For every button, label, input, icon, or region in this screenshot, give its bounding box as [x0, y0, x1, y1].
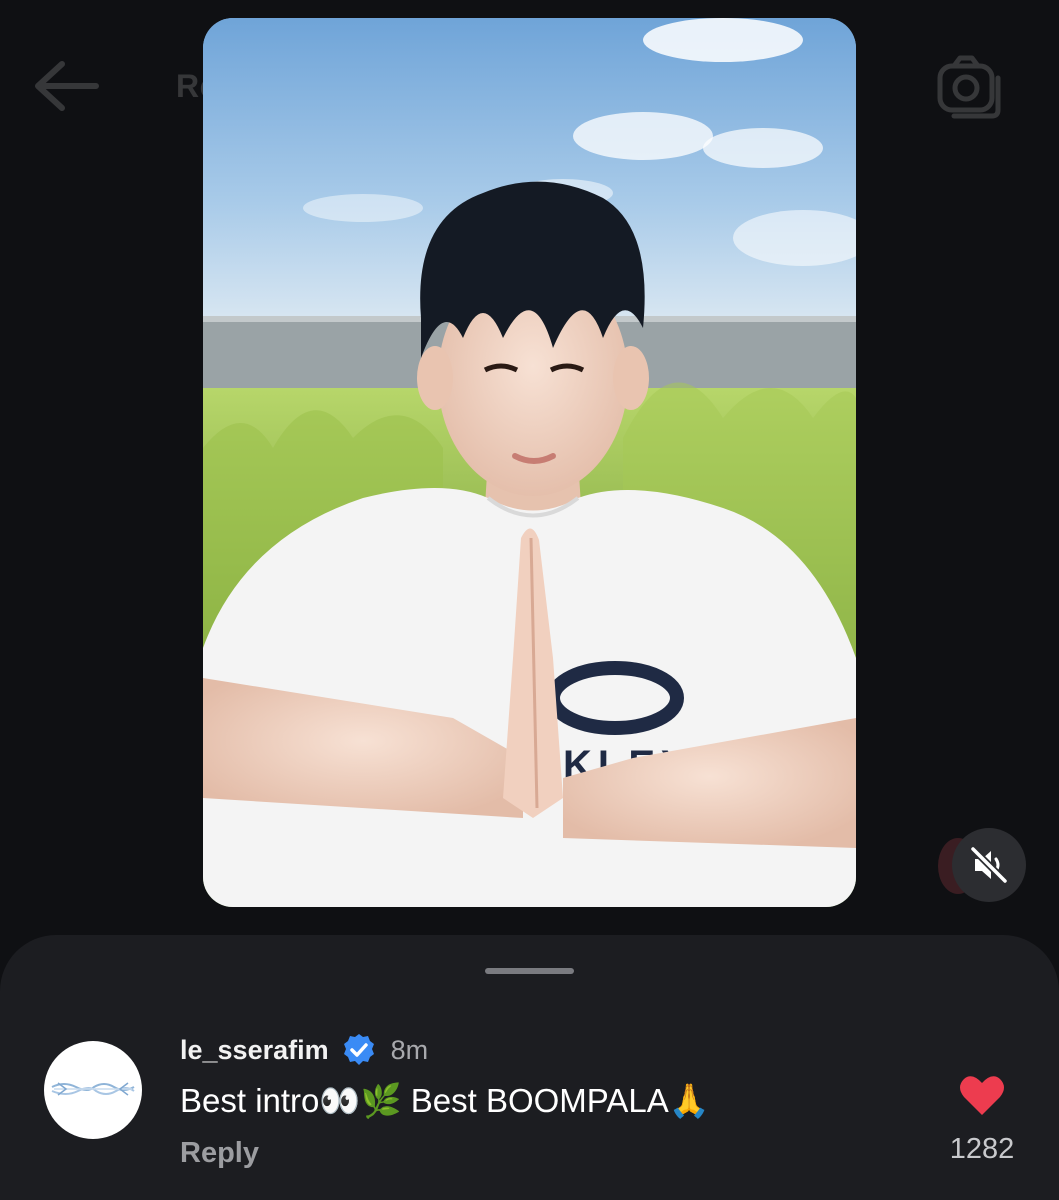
reel-video[interactable]: KLEY	[203, 18, 856, 907]
comment-text: Best intro👀🌿 Best BOOMPALA🙏	[180, 1082, 710, 1119]
verified-badge-icon	[343, 1034, 374, 1065]
heart-filled-icon	[960, 1076, 1004, 1115]
comment-header: le_sserafim 8m	[180, 1032, 428, 1068]
reels-screen: Reels	[0, 0, 1059, 1200]
profile-logo-icon	[51, 1082, 135, 1096]
reply-button[interactable]: Reply	[180, 1137, 259, 1170]
mute-toggle-button[interactable]	[952, 828, 1026, 902]
reel-thumbnail: KLEY	[203, 18, 856, 907]
back-button[interactable]	[30, 58, 102, 114]
comment-timestamp: 8m	[390, 1034, 429, 1065]
sheet-drag-handle[interactable]	[485, 968, 574, 974]
speaker-muted-icon	[969, 845, 1009, 885]
avatar[interactable]	[44, 1041, 142, 1139]
camera-icon	[937, 55, 1001, 119]
camera-button[interactable]	[934, 54, 1006, 120]
comments-sheet: le_sserafim 8m Best intro👀🌿 Best BOOMPAL…	[0, 935, 1059, 1200]
like-count: 1282	[949, 1133, 1015, 1165]
comment-username[interactable]: le_sserafim	[180, 1035, 329, 1066]
arrow-left-icon	[35, 61, 99, 111]
like-button[interactable]	[958, 1073, 1006, 1117]
